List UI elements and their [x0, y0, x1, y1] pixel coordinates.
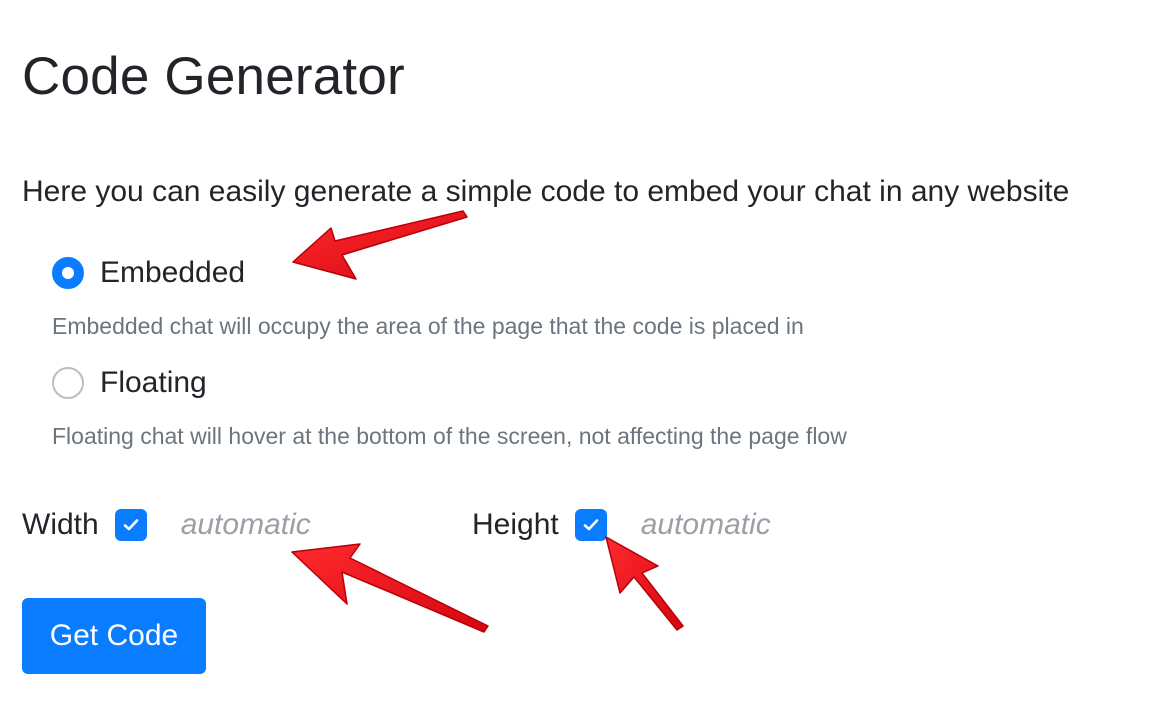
- get-code-button[interactable]: Get Code: [22, 598, 206, 674]
- red-arrow-icon: [292, 210, 468, 280]
- red-arrow-icon: [605, 536, 684, 631]
- height-group: Height automatic: [472, 505, 771, 545]
- width-group: Width automatic: [22, 505, 311, 545]
- height-value: automatic: [640, 508, 771, 541]
- floating-description: Floating chat will hover at the bottom o…: [52, 423, 847, 449]
- floating-label[interactable]: Floating: [100, 364, 207, 402]
- page-title: Code Generator: [22, 47, 405, 106]
- width-value: automatic: [180, 508, 311, 541]
- floating-radio-icon[interactable]: [52, 367, 84, 399]
- embedded-description: Embedded chat will occupy the area of th…: [52, 313, 804, 339]
- checkmark-icon: [123, 519, 138, 531]
- height-label: Height: [472, 508, 559, 541]
- height-auto-checkbox[interactable]: [574, 509, 607, 541]
- floating-option[interactable]: Floating: [52, 364, 207, 402]
- width-label: Width: [22, 508, 99, 541]
- width-auto-checkbox[interactable]: [114, 509, 147, 541]
- intro-text: Here you can easily generate a simple co…: [22, 175, 1070, 208]
- embedded-label[interactable]: Embedded: [100, 254, 245, 292]
- embedded-option[interactable]: Embedded: [52, 254, 245, 292]
- embedded-radio-icon[interactable]: [52, 257, 84, 289]
- checkmark-icon: [583, 519, 599, 531]
- red-arrow-icon: [291, 543, 489, 633]
